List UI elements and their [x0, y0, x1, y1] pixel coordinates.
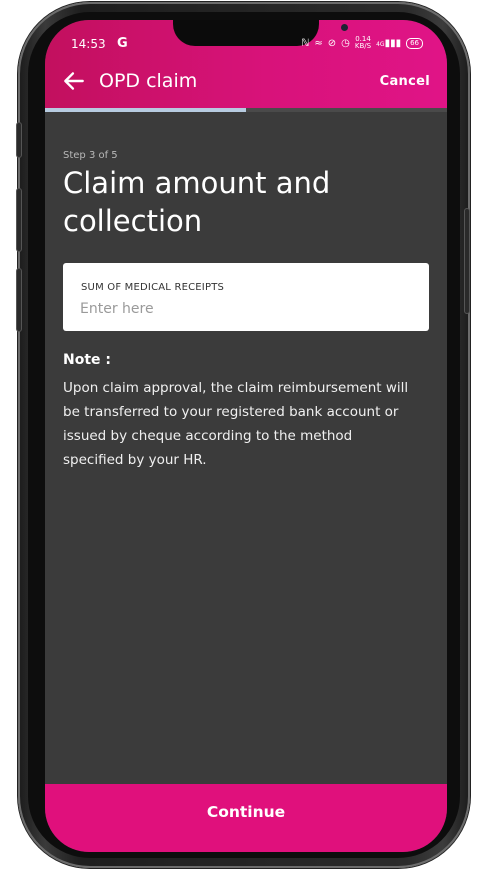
page-title: Claim amount and collection — [63, 166, 331, 238]
signal-icon: 4G▮▮▮ — [376, 37, 402, 49]
nfc-icon: ℕ — [301, 37, 310, 49]
status-bar: 14:53 G ℕ ≈ ⊘ ◷ 0.14 KB/S 4G▮▮▮ 66 — [45, 34, 447, 56]
receipts-input-card[interactable]: SUM OF MEDICAL RECEIPTS — [63, 263, 429, 331]
camera-icon — [341, 24, 348, 31]
note-heading: Note : — [63, 352, 111, 368]
step-label: Step 3 of 5 — [63, 150, 118, 161]
mute-icon: ⊘ — [327, 37, 337, 49]
continue-button[interactable]: Continue — [45, 784, 447, 852]
app-header: 14:53 G ℕ ≈ ⊘ ◷ 0.14 KB/S 4G▮▮▮ 66 OPD c… — [45, 20, 447, 108]
step-progress-bar — [45, 108, 447, 112]
app-bar: OPD claim Cancel — [45, 60, 447, 106]
phone-side-button — [16, 122, 22, 158]
receipts-amount-input[interactable] — [80, 298, 400, 320]
note-text: Upon claim approval, the claim reimburse… — [63, 380, 409, 468]
app-screen: 14:53 G ℕ ≈ ⊘ ◷ 0.14 KB/S 4G▮▮▮ 66 OPD c… — [45, 20, 447, 852]
network-speed: 0.14 KB/S — [355, 36, 371, 50]
appbar-title: OPD claim — [99, 70, 198, 92]
wifi-icon: ≈ — [314, 37, 323, 49]
phone-side-button — [464, 208, 470, 314]
phone-side-button — [16, 188, 22, 252]
status-time: 14:53 — [71, 37, 106, 51]
battery-icon: 66 — [406, 37, 423, 49]
status-icons: ℕ ≈ ⊘ ◷ 0.14 KB/S 4G▮▮▮ 66 — [301, 36, 423, 50]
google-g-icon: G — [117, 36, 128, 51]
receipts-field-label: SUM OF MEDICAL RECEIPTS — [81, 282, 225, 293]
alarm-icon: ◷ — [341, 37, 350, 49]
network-type: 4G — [376, 40, 385, 48]
speed-unit: KB/S — [354, 42, 372, 50]
arrow-left-icon[interactable] — [61, 68, 87, 94]
step-progress-fill — [45, 108, 246, 112]
phone-side-button — [16, 268, 22, 332]
cancel-button[interactable]: Cancel — [380, 74, 430, 89]
